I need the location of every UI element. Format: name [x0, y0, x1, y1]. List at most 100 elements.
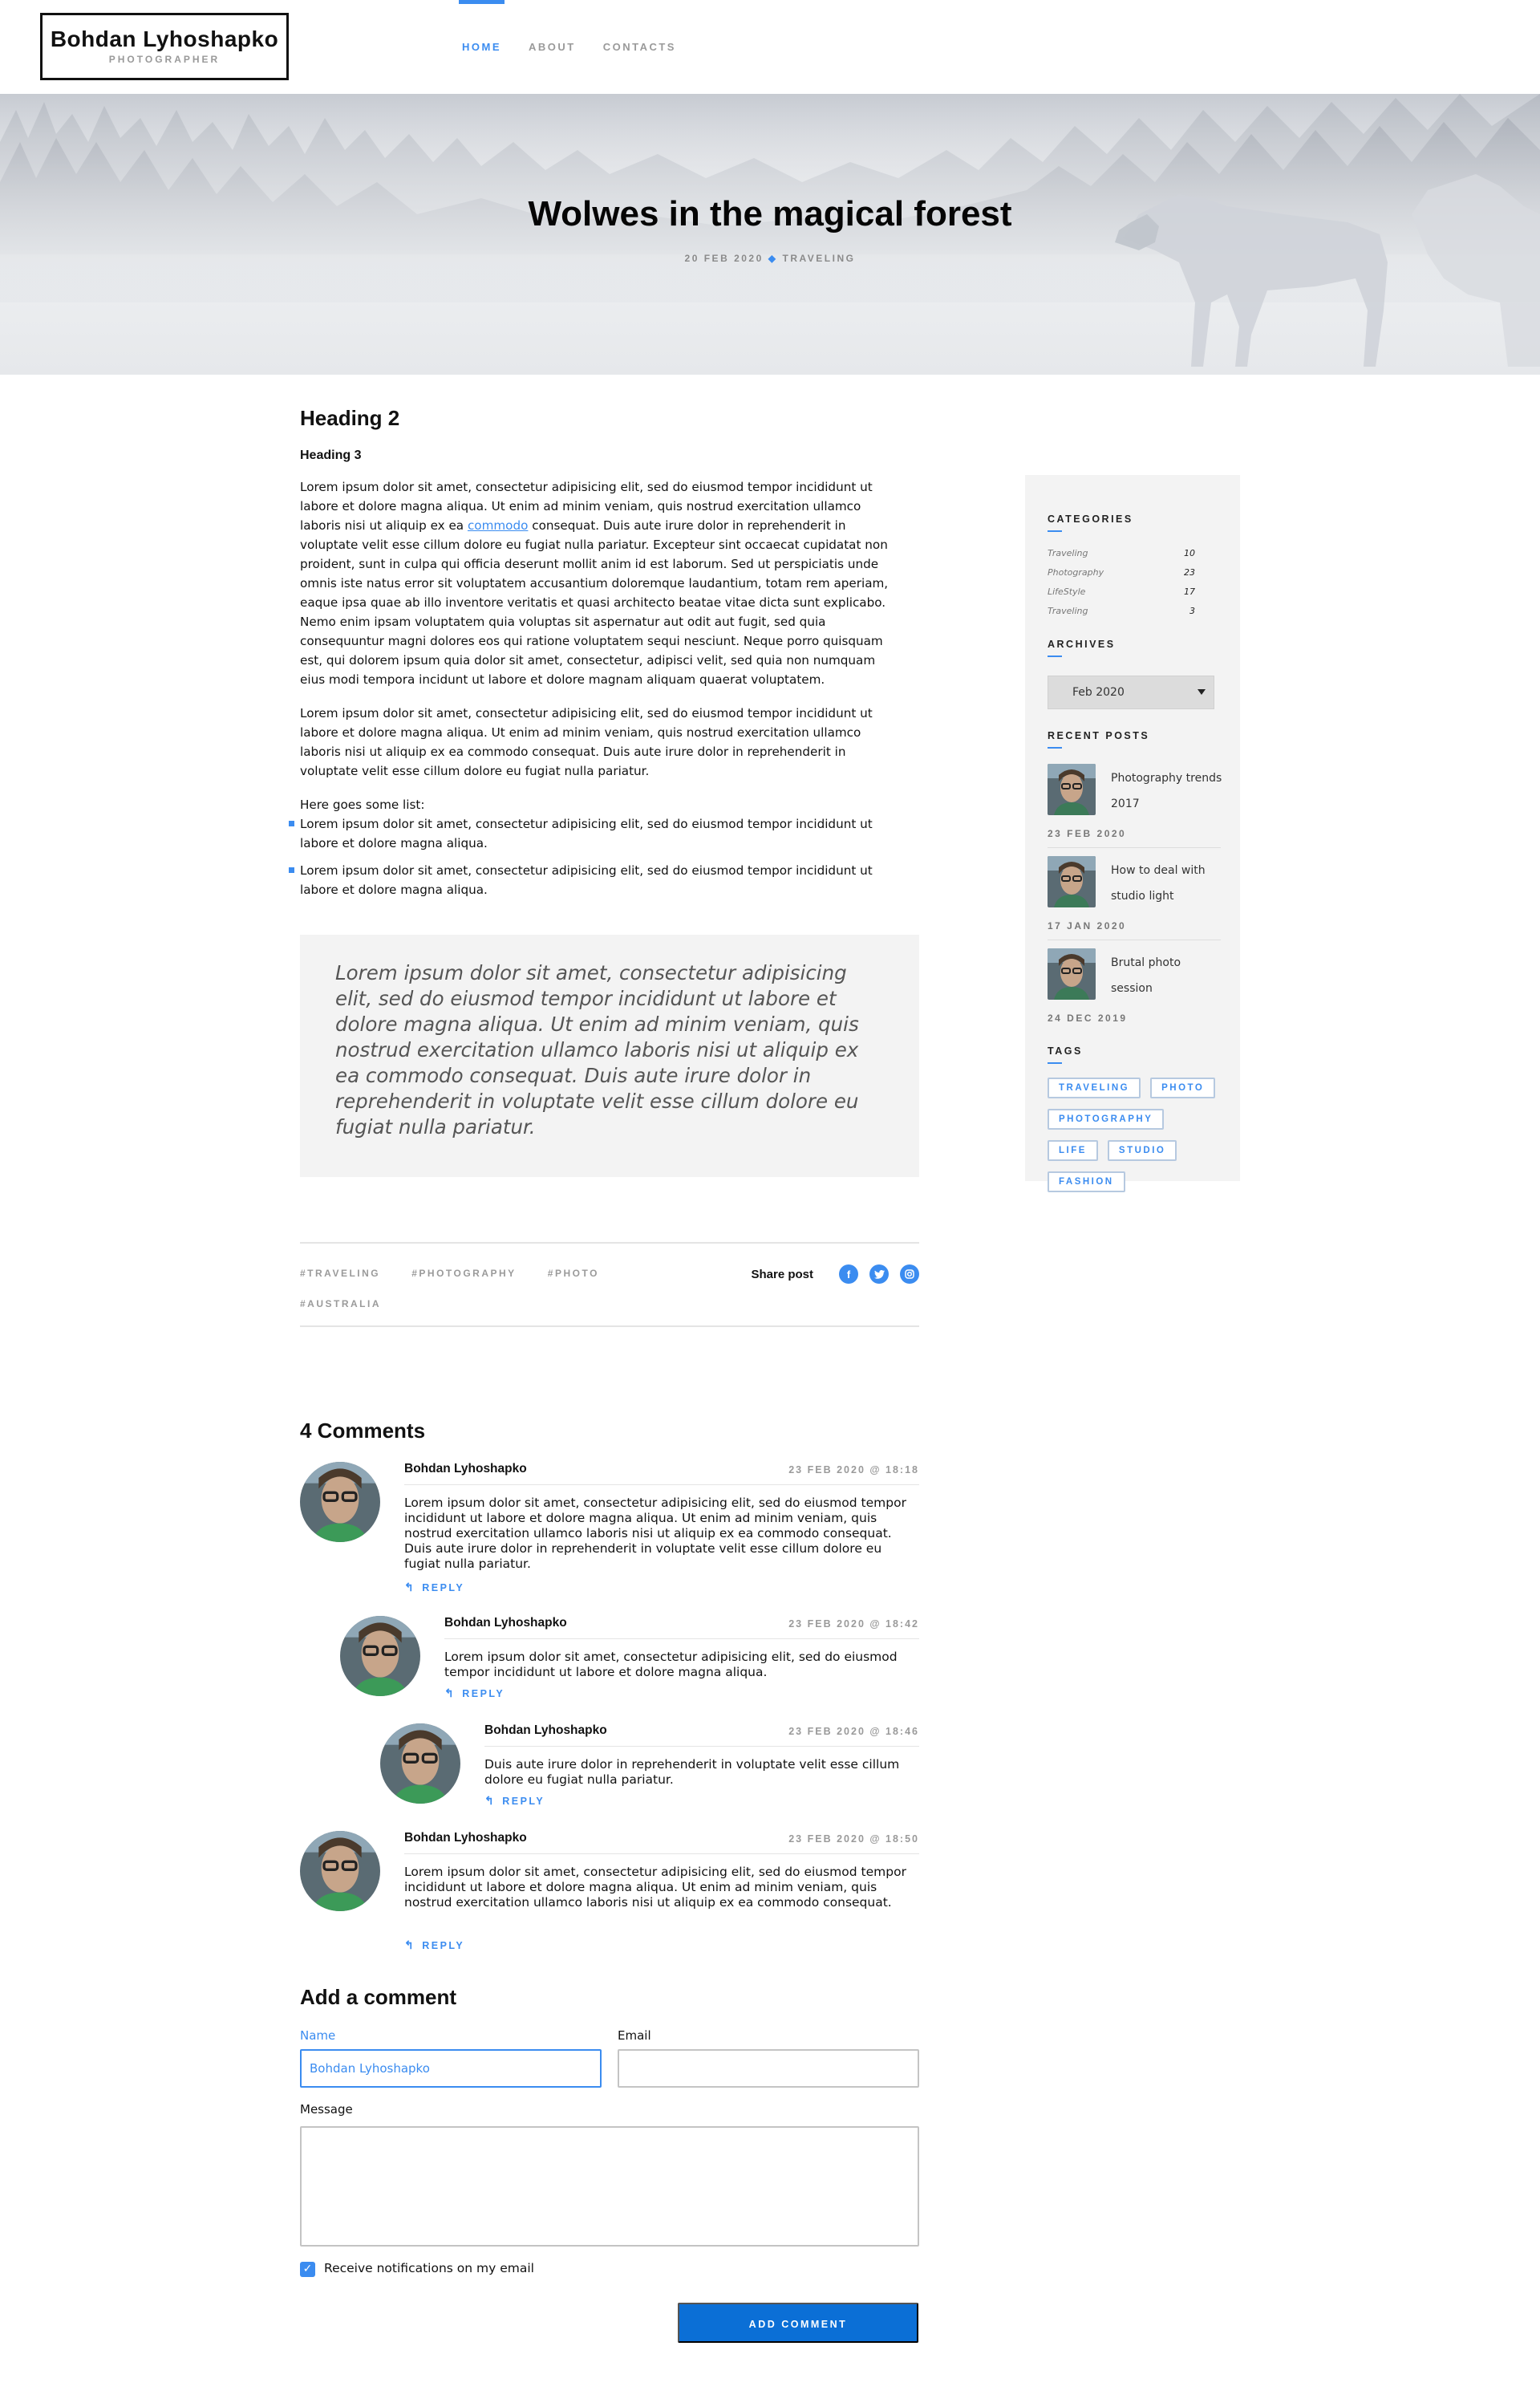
tag-pill[interactable]: TRAVELING	[1048, 1078, 1141, 1098]
paragraph-text: consequat. Duis aute irure dolor in repr…	[300, 518, 889, 687]
hashtag-link[interactable]: #PHOTOGRAPHY	[411, 1268, 516, 1279]
recent-post-title: Brutal photo session	[1111, 956, 1181, 995]
tag-pill[interactable]: LIFE	[1048, 1140, 1098, 1161]
tag-pill[interactable]: PHOTOGRAPHY	[1048, 1109, 1165, 1130]
avatar	[380, 1723, 460, 1804]
commodo-link[interactable]: commodo	[468, 518, 528, 533]
comment-author: Bohdan Lyhoshapko	[404, 1831, 527, 1845]
category-item[interactable]: Photography 23	[1048, 563, 1218, 582]
reply-button[interactable]: ↰ REPLY	[404, 1581, 464, 1594]
reply-button[interactable]: ↰ REPLY	[444, 1687, 505, 1700]
divider	[404, 1853, 919, 1854]
email-label: Email	[618, 2028, 651, 2043]
tag-pill[interactable]: PHOTO	[1150, 1078, 1216, 1098]
main-nav: HOME ABOUT CONTACTS	[459, 0, 703, 94]
add-comment-title: Add a comment	[300, 1985, 457, 2009]
comment: Bohdan Lyhoshapko 23 FEB 2020 @ 18:18 Lo…	[300, 1462, 919, 1598]
comment: Bohdan Lyhoshapko 23 FEB 2020 @ 18:42 Lo…	[340, 1616, 919, 1712]
hashtag-link[interactable]: #PHOTO	[548, 1268, 599, 1279]
facebook-icon[interactable]: f	[839, 1264, 858, 1284]
post-date: 20 FEB 2020	[684, 253, 764, 264]
category-item[interactable]: Traveling 10	[1048, 544, 1218, 563]
nav-home[interactable]: HOME	[459, 0, 505, 94]
comment-text: Lorem ipsum dolor sit amet, consectetur …	[404, 1496, 906, 1571]
sidebar: CATEGORIES Traveling 10 Photography 23 Lif…	[1025, 475, 1240, 1192]
site-logo[interactable]: Bohdan Lyhoshapko PHOTOGRAPHER	[40, 13, 289, 80]
avatar	[300, 1831, 380, 1911]
categories-heading: CATEGORIES	[1048, 513, 1218, 532]
list-intro: Here goes some list:	[300, 798, 425, 812]
hashtag-link[interactable]: #AUSTRALIA	[300, 1298, 381, 1309]
message-textarea[interactable]	[300, 2126, 919, 2247]
notify-label: Receive notifications on my email	[324, 2261, 534, 2275]
archive-select[interactable]: Feb 2020	[1048, 676, 1214, 709]
recent-post-item[interactable]: Brutal photo session 24 DEC 2019	[1048, 948, 1218, 1041]
article-body: Heading 2 Heading 3 Lorem ipsum dolor si…	[289, 401, 919, 1177]
comment-text: Lorem ipsum dolor sit amet, consectetur …	[444, 1650, 898, 1679]
comment-author: Bohdan Lyhoshapko	[484, 1723, 607, 1737]
site-header: Bohdan Lyhoshapko PHOTOGRAPHER HOME ABOU…	[0, 0, 1540, 94]
avatar	[300, 1462, 380, 1542]
logo-subtitle: PHOTOGRAPHER	[108, 54, 221, 65]
message-label: Message	[300, 2102, 353, 2117]
recent-post-thumbnail	[1048, 948, 1096, 1000]
tag-cloud: TRAVELING PHOTO PHOTOGRAPHY LIFE STUDIO …	[1048, 1078, 1232, 1203]
category-count: 17	[1184, 587, 1195, 597]
nav-about[interactable]: ABOUT	[529, 0, 576, 94]
instagram-icon[interactable]	[900, 1264, 919, 1284]
article-paragraph-2: Lorem ipsum dolor sit amet, consectetur …	[300, 706, 873, 778]
category-item[interactable]: LifeStyle 17	[1048, 582, 1218, 602]
comment-date: 23 FEB 2020 @ 18:18	[788, 1464, 919, 1475]
recent-post-title: How to deal with studio light	[1111, 864, 1206, 903]
reply-label: REPLY	[502, 1795, 545, 1807]
divider	[1048, 847, 1221, 848]
recent-post-date: 23 FEB 2020	[1048, 828, 1127, 839]
hashtag-list: #TRAVELING #PHOTOGRAPHY #PHOTO #AUSTRALI…	[300, 1264, 749, 1325]
category-name: Traveling	[1048, 548, 1088, 558]
reply-button[interactable]: ↰ REPLY	[484, 1794, 545, 1808]
nav-contacts[interactable]: CONTACTS	[603, 0, 676, 94]
comment-date: 23 FEB 2020 @ 18:42	[788, 1618, 919, 1630]
post-category[interactable]: TRAVELING	[783, 253, 856, 264]
recent-post-item[interactable]: How to deal with studio light 17 JAN 202…	[1048, 856, 1221, 948]
reply-arrow-icon: ↰	[404, 1581, 416, 1593]
category-count: 3	[1189, 606, 1195, 616]
quote-text: Lorem ipsum dolor sit amet, consectetur …	[335, 961, 859, 1139]
recent-post-thumbnail	[1048, 764, 1096, 815]
category-item[interactable]: Traveling 3	[1048, 602, 1218, 621]
divider	[404, 1484, 919, 1485]
bullet-icon	[289, 821, 294, 826]
recent-post-thumbnail	[1048, 856, 1096, 907]
email-field[interactable]	[618, 2049, 919, 2088]
reply-arrow-icon: ↰	[444, 1687, 456, 1699]
twitter-icon[interactable]	[869, 1264, 889, 1284]
tag-pill[interactable]: FASHION	[1048, 1171, 1125, 1192]
archive-selected-value: Feb 2020	[1072, 686, 1125, 699]
add-comment-button[interactable]: ADD COMMENT	[678, 2303, 918, 2343]
comment-date: 23 FEB 2020 @ 18:50	[788, 1833, 919, 1845]
archives-heading: ARCHIVES	[1048, 639, 1218, 657]
share-bar: Share post f	[751, 1264, 919, 1284]
divider	[444, 1638, 919, 1639]
tag-pill[interactable]: STUDIO	[1107, 1140, 1177, 1161]
comment-date: 23 FEB 2020 @ 18:46	[788, 1726, 919, 1737]
notify-checkbox[interactable]: ✓	[300, 2262, 315, 2277]
recent-post-item[interactable]: Photography trends 2017 23 FEB 2020	[1048, 764, 1222, 856]
recent-post-date: 24 DEC 2019	[1048, 1013, 1128, 1024]
reply-button[interactable]: ↰ REPLY	[404, 1938, 464, 1952]
share-label: Share post	[751, 1267, 813, 1281]
category-count: 10	[1184, 548, 1195, 558]
list-item: Lorem ipsum dolor sit amet, consectetur …	[289, 814, 919, 853]
list-item-text: Lorem ipsum dolor sit amet, consectetur …	[300, 817, 873, 850]
comment-text: Duis aute irure dolor in reprehenderit i…	[484, 1757, 900, 1787]
category-name: Traveling	[1048, 606, 1088, 616]
reply-label: REPLY	[422, 1581, 465, 1593]
caret-down-icon	[1198, 689, 1206, 695]
comment: Bohdan Lyhoshapko 23 FEB 2020 @ 18:50 Lo…	[300, 1831, 919, 1951]
checkmark-icon: ✓	[302, 2263, 313, 2275]
list-item: Lorem ipsum dolor sit amet, consectetur …	[289, 861, 919, 899]
name-field[interactable]	[300, 2049, 602, 2088]
article-paragraph-1: Lorem ipsum dolor sit amet, consectetur …	[300, 477, 919, 689]
hashtag-link[interactable]: #TRAVELING	[300, 1268, 380, 1279]
reply-arrow-icon: ↰	[484, 1794, 496, 1807]
